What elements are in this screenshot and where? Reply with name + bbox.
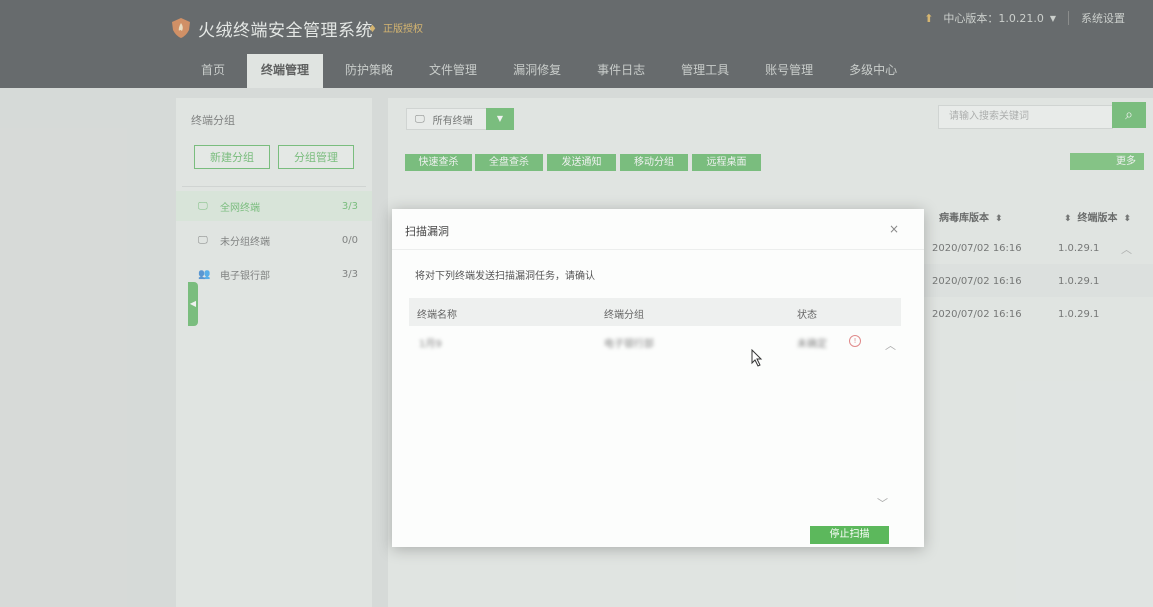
terminal-group-cell: 电子银行部: [604, 339, 654, 350]
info-icon[interactable]: !: [849, 335, 861, 347]
col-status: 状态: [797, 310, 817, 321]
col-terminal-group: 终端分组: [604, 310, 644, 321]
status-cell: 未确定: [797, 339, 827, 350]
col-terminal-name: 终端名称: [417, 310, 457, 321]
scan-vulnerability-dialog: 扫描漏洞 × 将对下列终端发送扫描漏洞任务，请确认 终端名称 终端分组 状态 1…: [392, 209, 924, 547]
dialog-table-header: 终端名称 终端分组 状态: [409, 298, 901, 326]
chevron-down-icon[interactable]: ﹀: [877, 495, 888, 511]
dialog-message: 将对下列终端发送扫描漏洞任务，请确认: [415, 271, 595, 282]
close-icon[interactable]: ×: [889, 222, 899, 236]
terminal-name-cell: 1月9: [419, 339, 442, 350]
dialog-title: 扫描漏洞: [405, 225, 449, 238]
dialog-divider: [392, 249, 924, 250]
table-row: 1月9 电子银行部 未确定 !: [409, 329, 901, 353]
mouse-cursor-icon: [751, 349, 763, 367]
chevron-up-icon[interactable]: ︿: [885, 337, 896, 353]
stop-scan-button[interactable]: 停止扫描: [810, 526, 889, 544]
